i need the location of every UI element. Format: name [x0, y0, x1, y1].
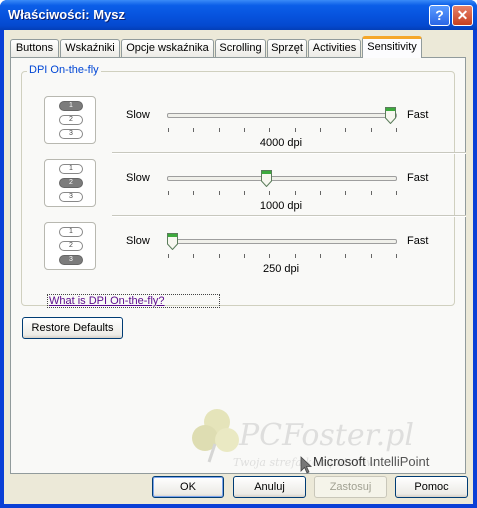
- brand-prefix: Microsoft: [313, 454, 366, 469]
- tab-activities[interactable]: Activities: [308, 39, 361, 57]
- slider-tick: [371, 128, 372, 132]
- group-title: DPI On-the-fly: [27, 64, 101, 76]
- slider-thumb[interactable]: [385, 107, 396, 124]
- slider-tick: [396, 191, 397, 195]
- tab-hardware[interactable]: Sprzęt: [267, 39, 307, 57]
- slow-label: Slow: [126, 172, 150, 184]
- slider-tick: [244, 254, 245, 258]
- cancel-button[interactable]: Anuluj: [233, 476, 306, 498]
- slider-tick: [219, 191, 220, 195]
- preset-pill: 2: [59, 241, 83, 251]
- tab-label: Scrolling: [219, 42, 262, 54]
- apply-button[interactable]: Zastosuj: [314, 476, 387, 498]
- brand-name: IntelliPoint: [369, 454, 430, 469]
- close-icon[interactable]: ✕: [452, 5, 473, 26]
- slider-tick: [345, 191, 346, 195]
- preset-pill: 3: [59, 129, 83, 139]
- slider-tick: [320, 191, 321, 195]
- slider-tick: [371, 191, 372, 195]
- dpi-help-link[interactable]: What is DPI On-the-fly?: [47, 294, 220, 308]
- dpi-preset-icon-3: 1 2 3: [44, 222, 96, 270]
- tab-label: Opcje wskaźnika: [126, 42, 209, 54]
- slider-tick: [320, 128, 321, 132]
- help-icon[interactable]: ?: [429, 5, 450, 26]
- slider-track[interactable]: [167, 113, 397, 118]
- tab-label: Buttons: [15, 42, 54, 54]
- slider-tick: [295, 191, 296, 195]
- slider-tick: [396, 254, 397, 258]
- slider-tick: [295, 254, 296, 258]
- watermark-text: PCFoster.pl: [239, 418, 414, 453]
- slider-tick: [244, 128, 245, 132]
- slider-tick: [345, 128, 346, 132]
- slider-tick: [396, 128, 397, 132]
- tab-label: Sensitivity: [367, 41, 417, 53]
- preset-pill: 2: [59, 115, 83, 125]
- slider-track[interactable]: [167, 176, 397, 181]
- slider-tick: [295, 128, 296, 132]
- preset-pill: 3: [59, 255, 83, 265]
- help-button[interactable]: Pomoc: [395, 476, 468, 498]
- slider-tick: [219, 128, 220, 132]
- tab-scrolling[interactable]: Scrolling: [215, 39, 266, 57]
- slider-tick: [371, 254, 372, 258]
- mouse-properties-window: Właściwości: Mysz ? ✕ Buttons Wskaźniki …: [0, 0, 477, 508]
- preset-pill: 2: [59, 178, 83, 188]
- preset-pill: 3: [59, 192, 83, 202]
- slider-tick: [320, 254, 321, 258]
- separator: [112, 215, 466, 217]
- tab-pointers[interactable]: Wskaźniki: [60, 39, 120, 57]
- ok-button[interactable]: OK: [152, 476, 224, 498]
- slider-tick: [269, 128, 270, 132]
- slider-tick: [168, 191, 169, 195]
- dpi-slider-row-3: Slow Fast 250 dpi: [112, 230, 466, 290]
- slider-tick: [345, 254, 346, 258]
- dpi-slider-row-2: Slow Fast 1000 dpi: [112, 167, 466, 227]
- preset-pill: 1: [59, 101, 83, 111]
- separator: [112, 152, 466, 154]
- slider-thumb[interactable]: [260, 170, 272, 187]
- preset-pill: 1: [59, 164, 83, 174]
- dpi-preset-icon-1: 1 2 3: [44, 96, 96, 144]
- fast-label: Fast: [407, 235, 429, 247]
- leaf-icon: [192, 409, 239, 463]
- slider-tick: [219, 254, 220, 258]
- preset-pill: 1: [59, 227, 83, 237]
- tab-label: Sprzęt: [271, 42, 303, 54]
- slider-tick: [168, 254, 169, 258]
- slider-tick: [269, 254, 270, 258]
- cursor-icon: [300, 456, 312, 474]
- tab-label: Wskaźniki: [65, 42, 115, 54]
- window-title: Właściwości: Mysz: [8, 7, 126, 22]
- slider-track[interactable]: [167, 239, 397, 244]
- slider-tick: [168, 128, 169, 132]
- title-bar[interactable]: Właściwości: Mysz ? ✕: [0, 0, 477, 30]
- watermark-logo: PCFoster.pl Twoja strefa komputerów: [187, 404, 414, 469]
- tab-sensitivity[interactable]: Sensitivity: [362, 36, 422, 58]
- slider-tick: [244, 191, 245, 195]
- dpi-value: 4000 dpi: [259, 137, 303, 149]
- restore-defaults-button[interactable]: Restore Defaults: [22, 317, 123, 339]
- dpi-preset-icon-2: 1 2 3: [44, 159, 96, 207]
- dialog-client: Buttons Wskaźniki Opcje wskaźnika Scroll…: [4, 30, 473, 504]
- dpi-group: DPI On-the-fly 1 2 3 Slow Fast 4000 dpi: [21, 64, 466, 308]
- tab-label: Activities: [312, 42, 357, 54]
- sensitivity-panel: DPI On-the-fly 1 2 3 Slow Fast 4000 dpi: [10, 57, 466, 474]
- dpi-slider-row-1: Slow Fast 4000 dpi: [112, 104, 466, 164]
- slider-tick: [269, 191, 270, 195]
- slider-tick: [193, 128, 194, 132]
- fast-label: Fast: [407, 172, 429, 184]
- slow-label: Slow: [126, 235, 150, 247]
- slider-thumb[interactable]: [167, 233, 178, 250]
- dpi-value: 250 dpi: [262, 263, 300, 275]
- fast-label: Fast: [407, 109, 429, 121]
- tab-buttons[interactable]: Buttons: [10, 39, 59, 57]
- product-brand: Microsoft IntelliPoint: [313, 454, 429, 469]
- slider-tick: [193, 254, 194, 258]
- dpi-value: 1000 dpi: [259, 200, 303, 212]
- slow-label: Slow: [126, 109, 150, 121]
- slider-tick: [193, 191, 194, 195]
- tab-pointer-options[interactable]: Opcje wskaźnika: [121, 39, 214, 57]
